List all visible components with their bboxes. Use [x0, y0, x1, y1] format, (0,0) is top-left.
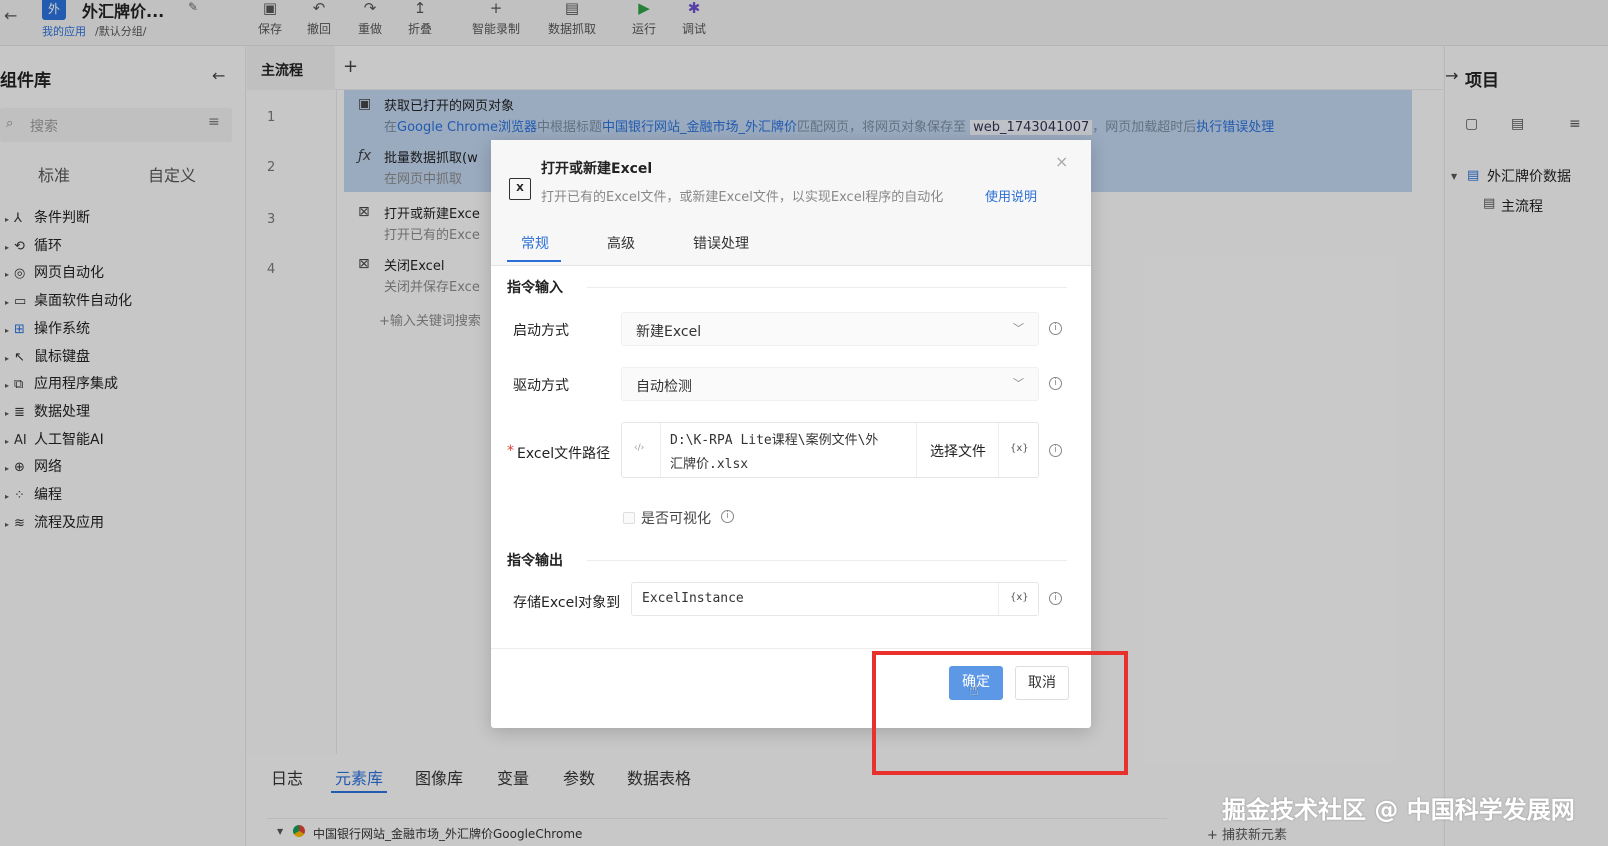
- code-mode-icon[interactable]: ‹/›: [634, 443, 644, 453]
- store-excel-label: 存储Excel对象到: [513, 595, 621, 611]
- info-icon[interactable]: i: [721, 510, 734, 523]
- watermark: 掘金技术社区 @ 中国科学发展网: [1222, 796, 1575, 824]
- info-icon[interactable]: i: [1049, 322, 1062, 335]
- footer-divider: [491, 648, 1091, 649]
- divider: [998, 423, 999, 477]
- select-value: 自动检测: [636, 379, 692, 395]
- chevron-down-icon: ﹀: [1013, 322, 1024, 335]
- section-output: 指令输出: [507, 553, 563, 569]
- section-input: 指令输入: [507, 280, 563, 296]
- visible-label: 是否可视化: [641, 511, 711, 527]
- chevron-down-icon: ﹀: [1013, 377, 1024, 390]
- open-excel-dialog: X 打开或新建Excel 打开已有的Excel文件，或新建Excel文件，以实现…: [491, 140, 1091, 728]
- store-excel-value: ExcelInstance: [642, 591, 744, 606]
- info-icon[interactable]: i: [1049, 377, 1062, 390]
- store-excel-field[interactable]: ExcelInstance {x}: [631, 582, 1039, 616]
- excel-path-label: Excel文件路径: [517, 446, 611, 462]
- close-icon[interactable]: ×: [1055, 152, 1068, 171]
- variable-icon[interactable]: {x}: [1010, 443, 1029, 454]
- tab-advanced[interactable]: 高级: [607, 233, 635, 253]
- info-icon[interactable]: i: [1049, 444, 1062, 457]
- excel-icon: X: [509, 178, 531, 200]
- tab-error-handling[interactable]: 错误处理: [693, 233, 749, 253]
- dialog-tab-indicator: [507, 260, 561, 262]
- start-mode-select[interactable]: 新建Excel ﹀: [621, 312, 1039, 346]
- divider: [916, 423, 917, 477]
- variable-icon[interactable]: {x}: [1010, 592, 1029, 603]
- divider: [998, 583, 999, 615]
- divider: [587, 287, 1067, 288]
- excel-path-value-line2: 汇牌价.xlsx: [670, 457, 749, 472]
- divider: [660, 423, 661, 477]
- choose-file-button[interactable]: 选择文件: [930, 441, 986, 461]
- highlight-annotation-box: [872, 651, 1128, 775]
- required-mark: *: [507, 443, 514, 459]
- info-icon[interactable]: i: [1049, 592, 1062, 605]
- driver-mode-select[interactable]: 自动检测 ﹀: [621, 367, 1039, 401]
- dialog-subtitle: 打开已有的Excel文件，或新建Excel文件，以实现Excel程序的自动化: [541, 190, 944, 205]
- dialog-title: 打开或新建Excel: [541, 161, 653, 177]
- divider: [587, 560, 1067, 561]
- excel-path-value-line1: D:\K-RPA Lite课程\案例文件\外: [670, 433, 879, 448]
- excel-path-field[interactable]: ‹/› D:\K-RPA Lite课程\案例文件\外 汇牌价.xlsx 选择文件…: [621, 422, 1039, 478]
- visible-checkbox[interactable]: [623, 512, 635, 524]
- select-value: 新建Excel: [636, 324, 702, 340]
- dialog-header: X 打开或新建Excel 打开已有的Excel文件，或新建Excel文件，以实现…: [491, 140, 1091, 266]
- help-link[interactable]: 使用说明: [985, 186, 1037, 205]
- tab-general[interactable]: 常规: [521, 233, 549, 253]
- driver-mode-label: 驱动方式: [513, 378, 569, 394]
- start-mode-label: 启动方式: [513, 323, 569, 339]
